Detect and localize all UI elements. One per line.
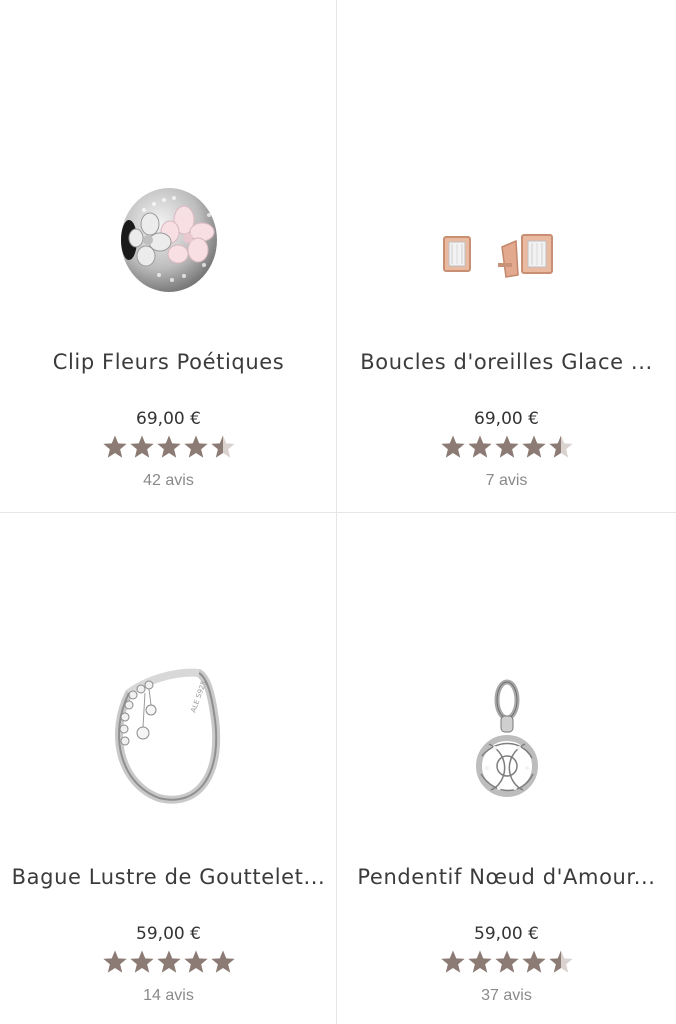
rating-stars	[337, 949, 676, 977]
star-icon	[210, 434, 236, 460]
product-image[interactable]	[337, 513, 676, 853]
star-icon	[467, 949, 493, 975]
flower-clip-charm-icon	[120, 188, 217, 292]
star-icon	[102, 434, 128, 460]
review-count[interactable]: 37 avis	[337, 987, 676, 1005]
review-count[interactable]: 7 avis	[337, 472, 676, 490]
rating-stars	[337, 434, 676, 462]
product-price: 59,00 €	[474, 924, 539, 944]
product-price: 69,00 €	[136, 409, 201, 429]
star-icon	[156, 949, 182, 975]
star-icon	[494, 434, 520, 460]
star-icon	[129, 949, 155, 975]
star-icon	[440, 949, 466, 975]
product-name[interactable]: Boucles d'oreilles Glace ...	[347, 350, 666, 374]
product-card-clip-fleurs[interactable]: Clip Fleurs Poétiques 69,00 € 42 avis	[0, 0, 337, 513]
row-divider	[0, 512, 676, 513]
star-icon	[102, 949, 128, 975]
rating-stars	[0, 434, 337, 462]
product-name[interactable]: Clip Fleurs Poétiques	[10, 350, 327, 374]
product-grid: Clip Fleurs Poétiques 69,00 € 42 avis Bo…	[0, 0, 676, 1024]
star-icon	[183, 949, 209, 975]
star-icon	[440, 434, 466, 460]
stud-earrings-icon	[442, 234, 553, 278]
product-image[interactable]	[337, 0, 676, 340]
star-icon	[156, 434, 182, 460]
product-name[interactable]: Bague Lustre de Gouttelet...	[10, 865, 327, 889]
star-icon	[494, 949, 520, 975]
product-card-bague-lustre[interactable]: ALE S925 Bague Lustre de Gouttelet... 59…	[0, 513, 337, 1024]
star-icon	[129, 434, 155, 460]
star-icon	[521, 949, 547, 975]
rating-stars	[0, 949, 337, 977]
product-image[interactable]	[0, 0, 337, 340]
product-price: 59,00 €	[136, 924, 201, 944]
product-card-pendentif-noeud[interactable]: Pendentif Nœud d'Amour... 59,00 € 37 avi…	[337, 513, 676, 1024]
product-card-boucles-glace[interactable]: Boucles d'oreilles Glace ... 69,00 € 7 a…	[337, 0, 676, 513]
star-icon	[548, 949, 574, 975]
love-knot-pendant-icon	[475, 679, 538, 797]
star-icon	[467, 434, 493, 460]
star-icon	[210, 949, 236, 975]
product-name[interactable]: Pendentif Nœud d'Amour...	[347, 865, 666, 889]
star-icon	[548, 434, 574, 460]
product-image[interactable]: ALE S925	[0, 513, 337, 853]
star-icon	[521, 434, 547, 460]
product-price: 69,00 €	[474, 409, 539, 429]
droplet-ring-icon: ALE S925	[114, 668, 220, 804]
review-count[interactable]: 14 avis	[0, 987, 337, 1005]
svg-text:ALE S925: ALE S925	[189, 680, 208, 714]
review-count[interactable]: 42 avis	[0, 472, 337, 490]
star-icon	[183, 434, 209, 460]
